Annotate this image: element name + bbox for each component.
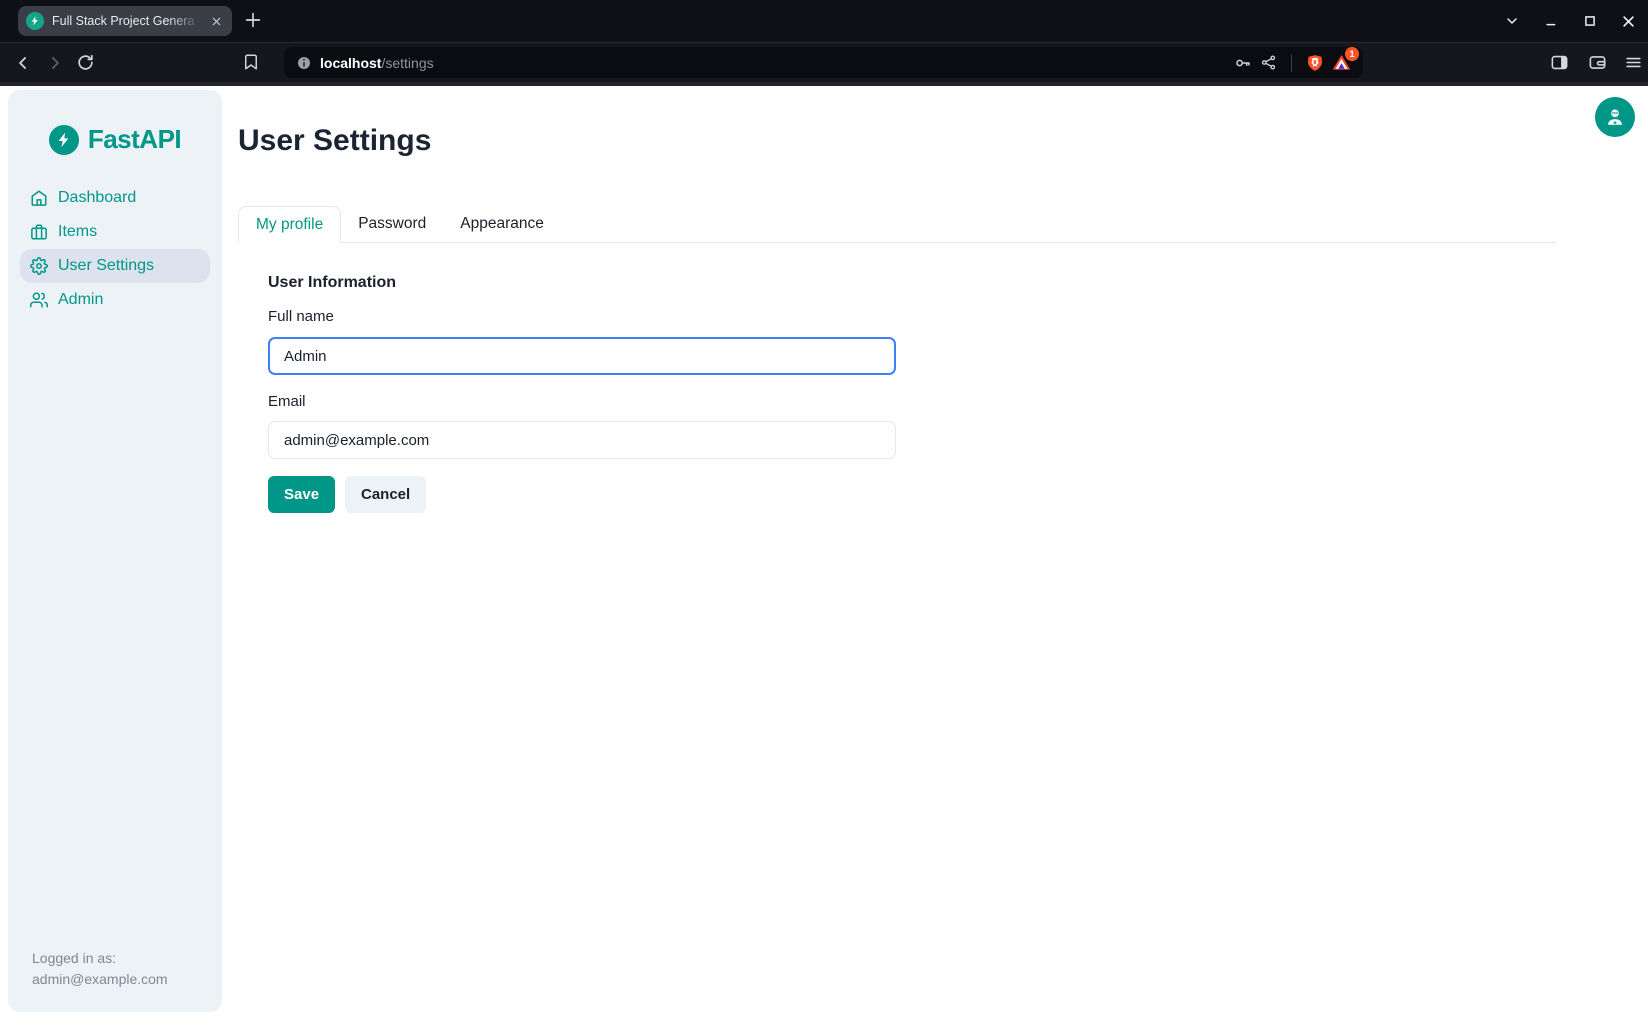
briefcase-icon (30, 223, 48, 241)
full-name-input[interactable] (268, 337, 896, 375)
forward-icon[interactable] (45, 53, 65, 73)
fastapi-favicon-icon (26, 12, 44, 30)
logged-in-as-label: Logged in as: (32, 948, 168, 969)
tab-my-profile[interactable]: My profile (238, 206, 341, 243)
fastapi-logo: FastAPI (8, 124, 222, 155)
bookmark-icon[interactable] (242, 53, 260, 71)
tab-password[interactable]: Password (341, 206, 443, 242)
save-button[interactable]: Save (268, 476, 335, 513)
browser-tab[interactable]: Full Stack Project Genera (18, 6, 232, 36)
brave-shield-icon[interactable] (1306, 54, 1324, 72)
maximize-icon[interactable] (1583, 14, 1597, 28)
sidebar-toggle-icon[interactable] (1550, 53, 1569, 72)
window-controls (1504, 0, 1636, 42)
tab-appearance[interactable]: Appearance (443, 206, 561, 242)
app-sidebar: FastAPI Dashboard Items User Settings Ad… (8, 90, 222, 1012)
home-icon (30, 189, 48, 207)
sidebar-item-label: Admin (58, 291, 103, 309)
toolbar-divider (1291, 54, 1292, 72)
full-name-label: Full name (268, 308, 334, 325)
tab-close-icon[interactable] (209, 14, 224, 29)
tab-title: Full Stack Project Genera (52, 14, 201, 28)
reload-icon[interactable] (76, 53, 95, 72)
browser-tab-bar: Full Stack Project Genera (0, 0, 1648, 42)
logged-in-as: Logged in as: admin@example.com (32, 948, 168, 990)
settings-tabs: My profile Password Appearance (238, 206, 1556, 243)
sidebar-item-items[interactable]: Items (20, 215, 210, 249)
sidebar-item-label: User Settings (58, 257, 154, 275)
brave-rewards-icon[interactable]: 1 (1332, 53, 1351, 72)
gear-icon (30, 257, 48, 275)
rewards-badge: 1 (1345, 47, 1359, 61)
user-avatar-button[interactable] (1595, 97, 1635, 137)
tab-list: My profile Password Appearance (238, 206, 1556, 243)
url-text: localhost/settings (320, 55, 434, 71)
sidebar-item-dashboard[interactable]: Dashboard (20, 181, 210, 215)
sidebar-item-user-settings[interactable]: User Settings (20, 249, 210, 283)
share-icon[interactable] (1260, 54, 1277, 71)
users-icon (30, 291, 48, 309)
site-info-icon[interactable] (296, 55, 312, 71)
wallet-icon[interactable] (1588, 53, 1607, 72)
cancel-button[interactable]: Cancel (345, 476, 426, 513)
sidebar-item-admin[interactable]: Admin (20, 283, 210, 317)
url-bar[interactable]: localhost/settings 1 (284, 47, 1363, 78)
url-path: /settings (381, 55, 433, 71)
section-title: User Information (268, 274, 396, 292)
email-input[interactable] (268, 421, 896, 459)
toolbar-bottom-edge (0, 82, 1648, 86)
page-title: User Settings (238, 124, 431, 158)
sidebar-nav: Dashboard Items User Settings Admin (20, 181, 210, 317)
sidebar-item-label: Items (58, 223, 97, 241)
key-icon[interactable] (1234, 54, 1252, 72)
browser-toolbar: localhost/settings 1 (0, 42, 1648, 82)
new-tab-icon[interactable] (242, 9, 264, 31)
back-icon[interactable] (13, 53, 33, 73)
minimize-icon[interactable] (1544, 14, 1559, 29)
logged-in-as-email: admin@example.com (32, 969, 168, 990)
sidebar-item-label: Dashboard (58, 189, 136, 207)
email-label: Email (268, 393, 306, 410)
menu-icon[interactable] (1624, 53, 1643, 72)
user-icon (1604, 106, 1626, 128)
chevron-down-icon[interactable] (1504, 13, 1520, 29)
close-window-icon[interactable] (1621, 14, 1636, 29)
fastapi-logo-icon (49, 125, 79, 155)
logo-text: FastAPI (88, 124, 181, 155)
